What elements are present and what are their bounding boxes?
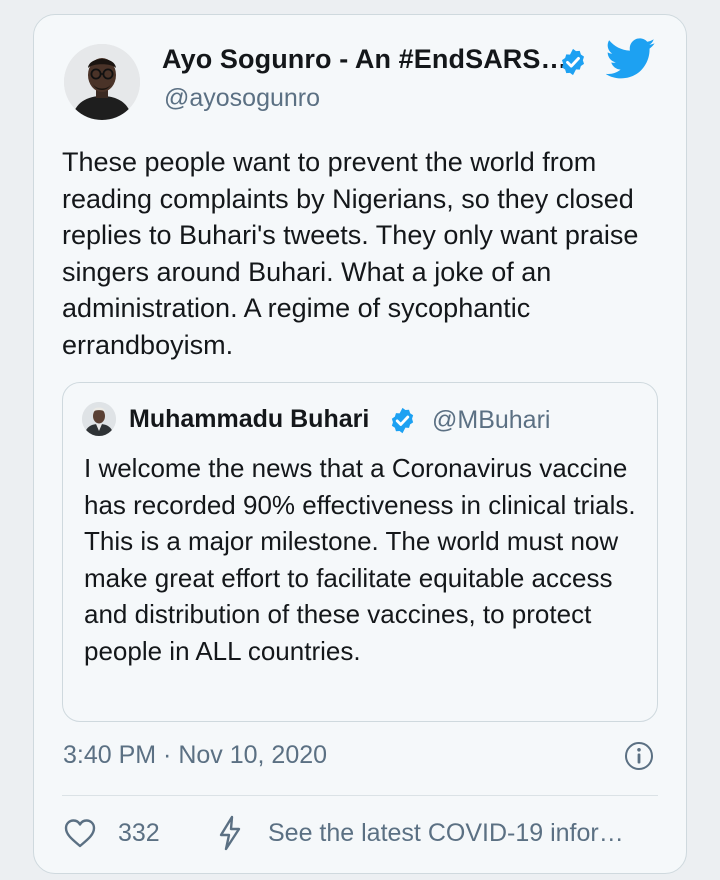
twitter-bird-icon[interactable] [606,38,656,80]
lightning-bolt-icon[interactable] [216,814,244,852]
tweet-text: These people want to prevent the world f… [62,147,639,360]
tweet-timestamp[interactable]: 3:40 PM · Nov 10, 2020 [63,741,327,770]
author-avatar[interactable] [64,44,140,120]
action-divider [62,795,658,796]
quoted-author-handle[interactable]: @MBuhari [432,406,550,435]
author-name[interactable]: Ayo Sogunro - An #EndSARS… [162,44,568,75]
heart-icon[interactable] [63,817,97,849]
quoted-author-avatar[interactable] [82,402,116,436]
quoted-verified-badge-icon [391,407,414,434]
like-count[interactable]: 332 [118,819,160,848]
quoted-tweet-text: I welcome the news that a Coronavirus va… [84,453,636,666]
covid-info-link[interactable]: See the latest COVID-19 infor… [268,819,624,848]
quoted-author-name[interactable]: Muhammadu Buhari [129,405,369,434]
verified-badge-icon [562,48,584,76]
info-icon[interactable] [624,741,654,771]
author-handle[interactable]: @ayosogunro [164,84,320,113]
